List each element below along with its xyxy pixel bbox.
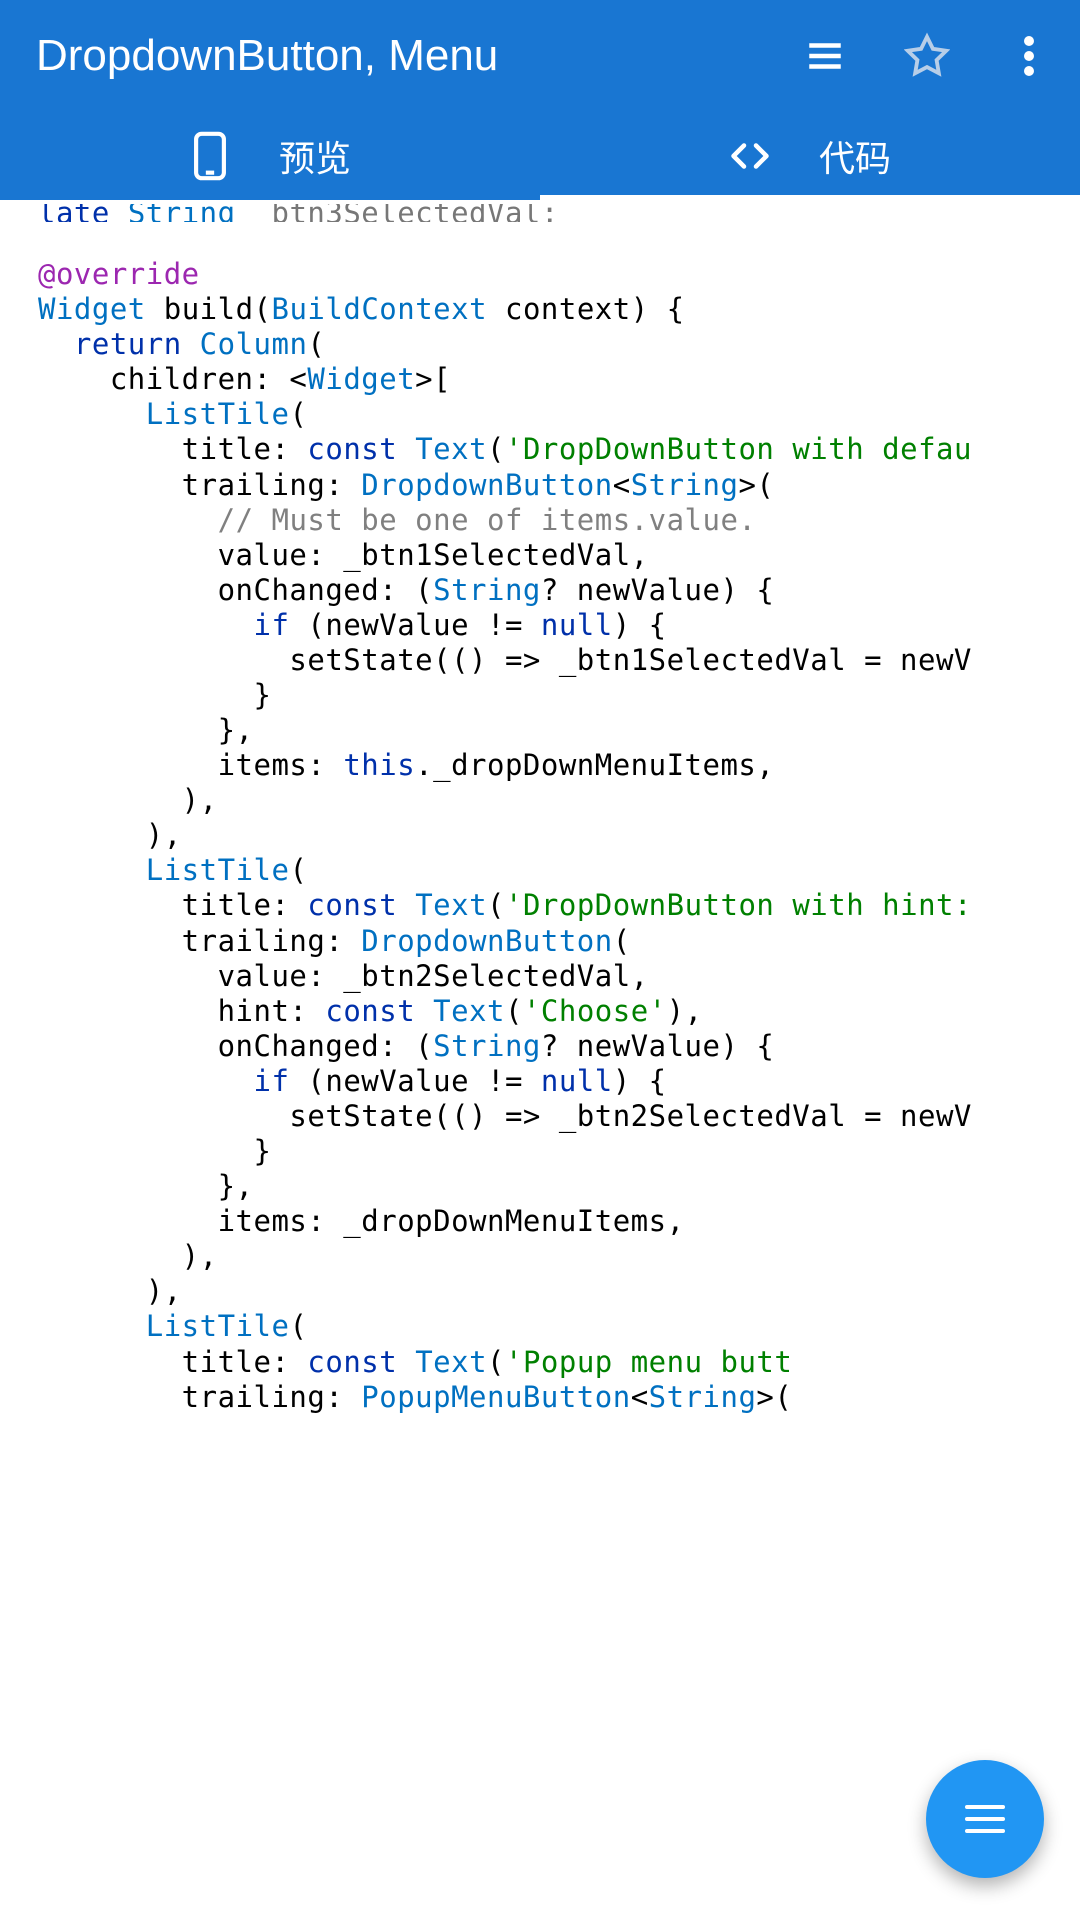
fab-button[interactable] [926,1760,1044,1878]
code-icon [729,135,771,177]
code-partial-line-text: late String _btn3SelectedVal; [38,204,559,222]
menu-icon [965,1805,1005,1833]
favorite-icon[interactable] [904,33,950,79]
app-bar: DropdownButton, Menu [0,0,1080,112]
more-icon[interactable] [1006,33,1052,79]
code-viewer[interactable]: late String _btn3SelectedVal; @override … [0,200,1080,1920]
tab-preview-label: 预览 [279,130,351,182]
drawer-icon[interactable] [802,33,848,79]
tab-bar: 预览 代码 [0,112,1080,200]
app-bar-title: DropdownButton, Menu [36,31,802,81]
phone-icon [189,135,231,177]
tab-code[interactable]: 代码 [540,112,1080,200]
app-bar-actions [802,33,1052,79]
tab-code-label: 代码 [819,130,891,182]
code-partial-line: late String _btn3SelectedVal; [38,204,1080,222]
tab-preview[interactable]: 预览 [0,112,540,200]
code-content: @override Widget build(BuildContext cont… [38,222,1080,1415]
